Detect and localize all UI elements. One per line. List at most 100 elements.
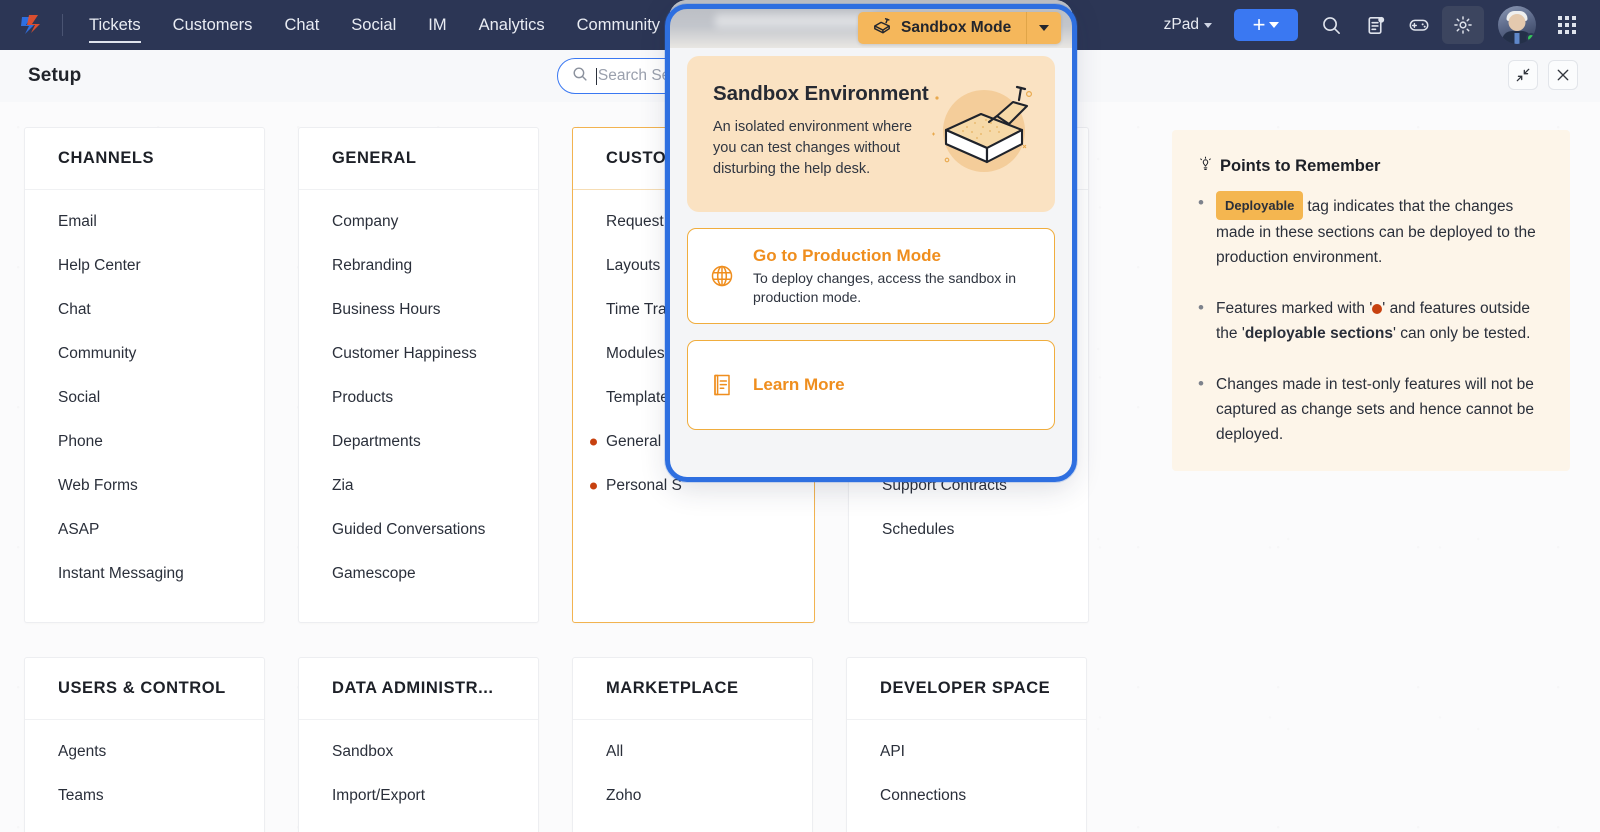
zoho-desk-logo-icon[interactable] xyxy=(0,0,62,50)
points-to-remember-title: Points to Remember xyxy=(1194,156,1546,177)
item-label: Request xyxy=(606,213,664,231)
point-item-test-only: Features marked with '' and features out… xyxy=(1194,296,1546,346)
setup-item-gamescope[interactable]: Gamescope xyxy=(299,552,538,596)
setup-item-asap[interactable]: ASAP xyxy=(25,508,264,552)
avatar-face xyxy=(1509,14,1526,31)
setup-item-customer-happiness[interactable]: Customer Happiness xyxy=(299,332,538,376)
setup-item-web-forms[interactable]: Web Forms xyxy=(25,464,264,508)
setup-item-api[interactable]: API xyxy=(847,730,1086,774)
notes-icon[interactable] xyxy=(1354,6,1396,44)
setup-card-data-administration: DATA ADMINISTR... Sandbox Import/Export xyxy=(298,657,539,832)
card-title: DATA ADMINISTR... xyxy=(299,658,538,720)
point-item-deployable: Deployabletag indicates that the changes… xyxy=(1194,191,1546,270)
blurred-text-ghost xyxy=(715,14,875,28)
point-text: Features marked with ' xyxy=(1216,300,1372,317)
item-label: Community xyxy=(58,345,136,363)
setup-item-teams[interactable]: Teams xyxy=(25,774,264,818)
collapse-icon[interactable] xyxy=(1508,60,1538,90)
item-label: Phone xyxy=(58,433,103,451)
card-item-list: API Connections xyxy=(847,720,1086,832)
avatar-tie xyxy=(1515,33,1520,44)
setup-row-2: USERS & CONTROL Agents Teams DATA ADMINI… xyxy=(24,657,1089,832)
deployable-badge: Deployable xyxy=(1216,191,1303,220)
add-button[interactable]: + xyxy=(1234,9,1298,41)
setup-item-help-center[interactable]: Help Center xyxy=(25,244,264,288)
item-label: ASAP xyxy=(58,521,99,539)
setup-item-phone[interactable]: Phone xyxy=(25,420,264,464)
card-item-list: All Zoho xyxy=(573,720,812,832)
setup-item-schedules[interactable]: Schedules xyxy=(849,508,1088,552)
setup-card-general: GENERAL Company Rebranding Business Hour… xyxy=(298,127,539,623)
nav-tab-social[interactable]: Social xyxy=(335,0,412,50)
chevron-down-icon xyxy=(1204,23,1212,28)
setup-item-agents[interactable]: Agents xyxy=(25,730,264,774)
test-only-dot-icon xyxy=(590,439,597,446)
setup-item-business-hours[interactable]: Business Hours xyxy=(299,288,538,332)
setup-item-company[interactable]: Company xyxy=(299,200,538,244)
points-title-text: Points to Remember xyxy=(1220,157,1380,176)
learn-more-card[interactable]: Learn More xyxy=(687,340,1055,430)
point-text-bold: deployable sections xyxy=(1245,325,1393,342)
book-icon xyxy=(706,372,738,398)
point-text: Changes made in test-only features will … xyxy=(1216,376,1534,443)
item-label: Instant Messaging xyxy=(58,565,184,583)
setup-item-connections[interactable]: Connections xyxy=(847,774,1086,818)
nav-right-cluster: zPad + xyxy=(1154,0,1600,50)
nav-tab-im[interactable]: IM xyxy=(412,0,462,50)
test-only-dot-icon xyxy=(590,483,597,490)
setup-item-email[interactable]: Email xyxy=(25,200,264,244)
item-label: Email xyxy=(58,213,97,231)
sandbox-box-icon xyxy=(872,17,892,40)
setup-item-zia[interactable]: Zia xyxy=(299,464,538,508)
setup-item-chat[interactable]: Chat xyxy=(25,288,264,332)
nav-tab-tickets[interactable]: Tickets xyxy=(73,0,157,50)
sandbox-mode-dropdown-toggle[interactable] xyxy=(1027,12,1061,44)
close-icon[interactable] xyxy=(1548,60,1578,90)
setup-item-rebranding[interactable]: Rebranding xyxy=(299,244,538,288)
nav-tab-chat[interactable]: Chat xyxy=(268,0,335,50)
sandbox-mode-button[interactable]: Sandbox Mode xyxy=(858,12,1061,44)
setup-item-sandbox[interactable]: Sandbox xyxy=(299,730,538,774)
setup-item-social[interactable]: Social xyxy=(25,376,264,420)
zpad-menu[interactable]: zPad xyxy=(1154,16,1222,34)
search-icon[interactable] xyxy=(1310,6,1352,44)
item-label: Gamescope xyxy=(332,565,416,583)
setup-item-import-export[interactable]: Import/Export xyxy=(299,774,538,818)
item-label: Connections xyxy=(880,787,966,805)
setup-item-instant-messaging[interactable]: Instant Messaging xyxy=(25,552,264,596)
setup-item-departments[interactable]: Departments xyxy=(299,420,538,464)
nav-tab-customers[interactable]: Customers xyxy=(157,0,269,50)
nav-tab-analytics[interactable]: Analytics xyxy=(463,0,561,50)
gamescope-icon[interactable] xyxy=(1398,6,1440,44)
go-to-production-mode-card[interactable]: Go to Production Mode To deploy changes,… xyxy=(687,228,1055,324)
setup-item-guided-conversations[interactable]: Guided Conversations xyxy=(299,508,538,552)
nav-divider xyxy=(62,14,63,36)
point-text: ' can only be tested. xyxy=(1393,325,1530,342)
card-title: Learn More xyxy=(753,375,845,395)
go-to-production-text-block: Go to Production Mode To deploy changes,… xyxy=(753,246,1038,307)
apps-grid-icon[interactable] xyxy=(1546,6,1588,44)
setup-item-all[interactable]: All xyxy=(573,730,812,774)
card-item-list: Company Rebranding Business Hours Custom… xyxy=(299,190,538,614)
setup-card-users-control: USERS & CONTROL Agents Teams xyxy=(24,657,265,832)
setup-item-community[interactable]: Community xyxy=(25,332,264,376)
sandbox-box-shovel-illustration xyxy=(929,82,1039,187)
card-subtitle: To deploy changes, access the sandbox in… xyxy=(753,269,1038,307)
nav-tab-community[interactable]: Community xyxy=(561,0,676,50)
setup-card-channels: CHANNELS Email Help Center Chat Communit… xyxy=(24,127,265,623)
item-label: Schedules xyxy=(882,521,954,539)
setup-item-zoho[interactable]: Zoho xyxy=(573,774,812,818)
item-label: Zoho xyxy=(606,787,641,805)
avatar[interactable] xyxy=(1498,6,1536,44)
item-label: Guided Conversations xyxy=(332,521,485,539)
item-label: General S xyxy=(606,433,676,451)
sandbox-hero: Sandbox Environment An isolated environm… xyxy=(687,56,1055,212)
text-cursor xyxy=(596,68,597,85)
item-label: Teams xyxy=(58,787,104,805)
gear-icon[interactable] xyxy=(1442,6,1484,44)
setup-item-products[interactable]: Products xyxy=(299,376,538,420)
item-label: Social xyxy=(58,389,100,407)
item-label: Help Center xyxy=(58,257,141,275)
card-title: MARKETPLACE xyxy=(573,658,812,720)
item-label: Personal S xyxy=(606,477,682,495)
